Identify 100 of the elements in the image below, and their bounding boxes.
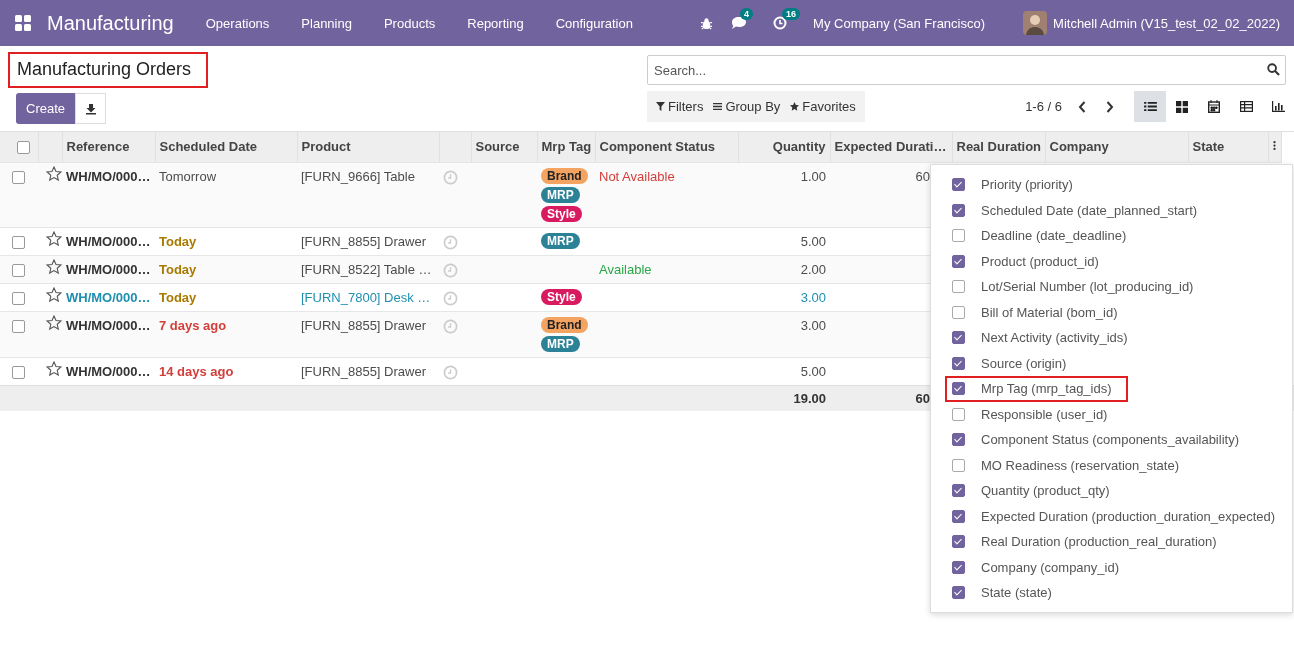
user-menu[interactable]: Mitchell Admin (V15_test_02_02_2022) [1053, 15, 1280, 31]
checkbox[interactable] [952, 458, 965, 472]
row-checkbox[interactable] [12, 235, 25, 249]
date-cell: 14 days ago [159, 363, 234, 379]
column-toggle[interactable]: Component Status (components_availability) [945, 427, 1255, 453]
checkbox[interactable] [952, 484, 965, 498]
checkbox[interactable] [952, 509, 965, 523]
menu-item[interactable]: Planning [301, 15, 352, 31]
column-toggle[interactable]: Deadline (date_deadline) [945, 223, 1143, 249]
activity-count-badge: 16 [782, 8, 801, 20]
next-icon[interactable] [1106, 100, 1114, 113]
column-header[interactable]: Product [301, 139, 351, 155]
row-checkbox[interactable] [12, 291, 25, 305]
column-toggle[interactable]: Real Duration (production_real_duration) [945, 529, 1233, 555]
status-cell: Not Available [599, 168, 675, 184]
menu-item[interactable]: Operations [205, 15, 270, 31]
checkbox[interactable] [952, 305, 965, 319]
row-checkbox[interactable] [12, 319, 25, 333]
checkbox[interactable] [952, 254, 965, 268]
column-toggle[interactable]: Priority (priority) [945, 172, 1089, 198]
column-toggle[interactable]: Expected Duration (production_duration_expected) [945, 503, 1292, 529]
column-toggle[interactable]: Mrp Tag (mrp_tag_ids) [945, 376, 1128, 402]
calendar-icon [1208, 100, 1220, 113]
create-button[interactable]: Create [16, 93, 76, 124]
favorites-button[interactable]: Favorites [785, 93, 861, 120]
menu-item[interactable]: Configuration [555, 15, 633, 31]
company-switcher[interactable]: My Company (San Francisco) [813, 15, 986, 31]
quantity-cell: 1.00 [800, 168, 826, 184]
row-checkbox[interactable] [12, 365, 25, 379]
column-header[interactable]: Expected Durati… [834, 139, 947, 155]
star-icon[interactable] [46, 165, 62, 182]
menu-item[interactable]: Reporting [467, 15, 524, 31]
column-header[interactable]: State [1192, 139, 1225, 155]
bug-icon[interactable] [700, 16, 714, 30]
column-header[interactable]: Component Status [599, 139, 716, 155]
bar-chart-icon [1271, 101, 1285, 112]
checkbox[interactable] [952, 586, 965, 600]
pager-value[interactable]: 1-6 / 6 [1025, 99, 1062, 114]
column-header[interactable]: Company [1049, 139, 1109, 155]
checkbox[interactable] [952, 433, 965, 447]
column-toggle[interactable]: Quantity (product_qty) [945, 478, 1126, 504]
column-toggle[interactable]: Responsible (user_id) [945, 401, 1124, 427]
checkbox[interactable] [952, 356, 965, 370]
column-header[interactable]: Source [475, 139, 520, 155]
column-toggle[interactable]: Next Activity (activity_ids) [945, 325, 1144, 351]
star-icon[interactable] [46, 286, 62, 303]
app-name[interactable]: Manufacturing [47, 11, 174, 35]
group-by-button[interactable]: Group By [708, 93, 786, 120]
checkbox[interactable] [952, 280, 965, 294]
menu-item[interactable]: Products [383, 15, 436, 31]
column-toggle[interactable]: Scheduled Date (date_planned_start) [945, 197, 1214, 223]
star-icon[interactable] [46, 230, 62, 247]
quantity-cell: 3.00 [800, 317, 826, 333]
avatar-icon[interactable] [1023, 11, 1048, 35]
duration-total: 60 [915, 390, 930, 406]
checkbox[interactable] [952, 178, 965, 192]
product-cell: [FURN_8855] Drawer [301, 363, 426, 379]
column-toggle[interactable]: Bill of Material (bom_id) [945, 299, 1134, 325]
checkbox[interactable] [952, 203, 965, 217]
column-toggle[interactable]: State (state) [945, 580, 1068, 606]
tag-badge: MRP [541, 232, 580, 249]
quantity-cell: 5.00 [800, 363, 826, 379]
checkbox[interactable] [952, 560, 965, 574]
column-header[interactable]: Scheduled Date [159, 139, 258, 155]
column-toggle[interactable]: Lot/Serial Number (lot_producing_id) [945, 274, 1210, 300]
search-icon[interactable] [1267, 63, 1280, 76]
column-header[interactable]: Quantity [772, 139, 826, 155]
column-header[interactable]: Mrp Tag [541, 139, 592, 155]
checkbox[interactable] [952, 407, 965, 421]
column-header[interactable]: Reference [66, 139, 130, 155]
filters-button[interactable]: Filters [651, 93, 709, 120]
checkbox[interactable] [952, 331, 965, 345]
apps-menu-icon[interactable] [15, 15, 31, 31]
column-header[interactable]: Real Duration [956, 139, 1041, 155]
star-icon[interactable] [46, 258, 62, 275]
star-icon[interactable] [46, 314, 62, 331]
previous-icon[interactable] [1078, 100, 1086, 113]
status-cell: Available [599, 261, 652, 277]
page-title: Manufacturing Orders [8, 52, 209, 88]
chat-icon[interactable] [731, 16, 748, 30]
options-icon[interactable] [1273, 140, 1276, 152]
row-checkbox[interactable] [12, 263, 25, 277]
message-count-badge: 4 [740, 8, 754, 20]
checkbox[interactable] [952, 382, 965, 396]
row-checkbox[interactable] [12, 170, 25, 184]
star-icon[interactable] [46, 360, 62, 377]
column-toggle[interactable]: Company (company_id) [945, 554, 1135, 580]
star-icon [790, 102, 800, 111]
download-button[interactable] [75, 93, 107, 124]
column-toggle[interactable]: Source (origin) [945, 350, 1083, 376]
search-field[interactable]: Search... [647, 55, 1286, 85]
select-all-checkbox[interactable] [17, 141, 31, 155]
duration-cell: 60 [915, 168, 930, 184]
quantity-cell: 2.00 [800, 261, 826, 277]
product-cell: [FURN_7800] Desk … [301, 289, 431, 305]
column-toggle[interactable]: Product (product_id) [945, 248, 1115, 274]
list-view-button[interactable] [1134, 91, 1166, 122]
checkbox[interactable] [952, 229, 965, 243]
checkbox[interactable] [952, 535, 965, 549]
column-toggle[interactable]: MO Readiness (reservation_state) [945, 452, 1195, 478]
